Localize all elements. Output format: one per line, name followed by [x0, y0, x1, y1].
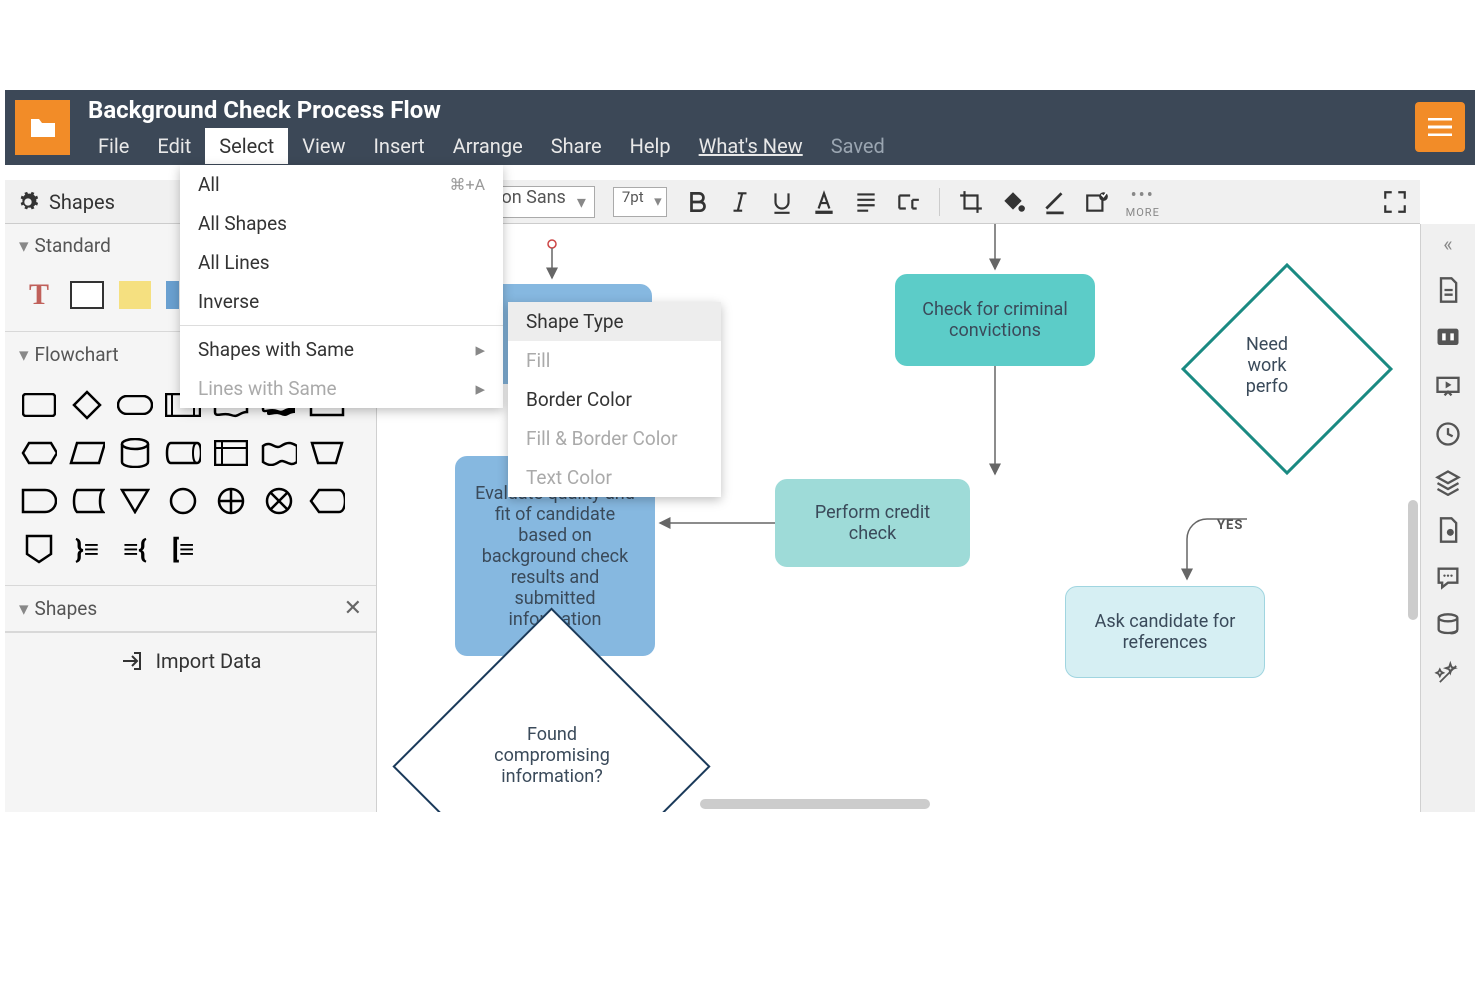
menu-view[interactable]: View [288, 128, 359, 164]
feedback-icon[interactable] [1434, 564, 1462, 592]
fc-database[interactable] [117, 435, 153, 471]
app-logo[interactable] [15, 100, 70, 155]
menu-select-all[interactable]: All⌘+A [180, 165, 503, 204]
fc-note-bracket[interactable]: [≡ [165, 531, 201, 567]
document-icon[interactable] [1434, 276, 1462, 304]
node-need-work-label: Need work perfo [1227, 334, 1307, 397]
underline-icon[interactable] [769, 189, 795, 215]
hamburger-button[interactable] [1415, 102, 1465, 152]
fc-internal-storage[interactable] [213, 435, 249, 471]
fc-connector[interactable] [165, 483, 201, 519]
menu-insert[interactable]: Insert [359, 128, 438, 164]
menu-shapes-with-same[interactable]: Shapes with Same▸ [180, 330, 503, 369]
section-shapes[interactable]: ▾Shapes ✕ [5, 586, 376, 631]
fill-icon[interactable] [1000, 189, 1026, 215]
menu-whats-new[interactable]: What's New [685, 128, 817, 164]
magic-icon[interactable] [1434, 660, 1462, 688]
bold-icon[interactable] [685, 189, 711, 215]
fc-summing[interactable] [261, 483, 297, 519]
menu-select[interactable]: Select [205, 128, 288, 164]
close-section-icon[interactable]: ✕ [344, 596, 362, 621]
menu-select-all-lines[interactable]: All Lines [180, 243, 503, 282]
fc-decision[interactable] [69, 387, 105, 423]
data-icon[interactable] [1434, 612, 1462, 640]
present-icon[interactable] [1434, 372, 1462, 400]
hamburger-icon [1428, 118, 1452, 136]
node-references[interactable]: Ask candidate for references [1065, 586, 1265, 678]
align-icon[interactable] [853, 189, 879, 215]
collapse-rail-icon[interactable]: « [1443, 232, 1452, 256]
flowchart-shapes-grid: }≡ ≡{ [≡ [5, 377, 376, 585]
menu-lines-with-same: Lines with Same▸ [180, 369, 503, 408]
fc-or[interactable] [213, 483, 249, 519]
fc-data[interactable] [69, 435, 105, 471]
menu-bar: File Edit Select View Insert Arrange Sha… [80, 128, 1475, 164]
shapes-label: Shapes [49, 190, 115, 214]
save-status: Saved [817, 128, 899, 164]
page-icon[interactable] [1434, 516, 1462, 544]
menu-share[interactable]: Share [537, 128, 616, 164]
vertical-scrollbar[interactable] [1408, 500, 1418, 620]
horizontal-scrollbar[interactable] [700, 799, 930, 809]
fc-terminator[interactable] [117, 387, 153, 423]
fc-manual-op[interactable] [309, 435, 345, 471]
fc-preparation[interactable] [21, 435, 57, 471]
menu-file[interactable]: File [84, 128, 143, 164]
select-menu-dropdown: All⌘+A All Shapes All Lines Inverse Shap… [180, 165, 503, 408]
submenu-border-color[interactable]: Border Color [508, 380, 721, 419]
node-criminal[interactable]: Check for criminal convictions [895, 274, 1095, 366]
fullscreen-icon[interactable] [1382, 189, 1408, 215]
folder-icon [29, 117, 57, 139]
menu-help[interactable]: Help [616, 128, 685, 164]
history-icon[interactable] [1434, 420, 1462, 448]
text-style-icon[interactable] [895, 189, 921, 215]
menu-select-all-shapes[interactable]: All Shapes [180, 204, 503, 243]
submenu-fill: Fill [508, 341, 721, 380]
block-shape[interactable] [165, 277, 179, 313]
fc-merge[interactable] [117, 483, 153, 519]
font-size-select[interactable]: 7pt [613, 187, 667, 217]
italic-icon[interactable] [727, 189, 753, 215]
import-icon [120, 649, 144, 673]
node-credit[interactable]: Perform credit check [775, 479, 970, 567]
fc-note-left[interactable]: ≡{ [117, 531, 153, 567]
text-color-icon[interactable] [811, 189, 837, 215]
gear-icon [17, 191, 39, 213]
fc-direct-data[interactable] [165, 435, 201, 471]
fc-process[interactable] [21, 387, 57, 423]
fc-brace-right[interactable]: }≡ [69, 531, 105, 567]
submenu-text-color: Text Color [508, 458, 721, 497]
rect-shape[interactable] [69, 277, 105, 313]
shapes-panel-toggle[interactable]: Shapes [17, 190, 115, 214]
submenu-fill-border-color: Fill & Border Color [508, 419, 721, 458]
menu-edit[interactable]: Edit [143, 128, 205, 164]
menu-arrange[interactable]: Arrange [439, 128, 537, 164]
more-button[interactable]: ••• MORE [1126, 185, 1160, 219]
app-header: Background Check Process Flow File Edit … [5, 90, 1475, 165]
fc-off-page[interactable] [21, 531, 57, 567]
fc-stored-data[interactable] [69, 483, 105, 519]
fc-display[interactable] [309, 483, 345, 519]
edge-label-yes: YES [1217, 518, 1243, 533]
document-title[interactable]: Background Check Process Flow [80, 96, 1475, 124]
right-dock: « [1420, 224, 1475, 812]
shape-options-icon[interactable] [1084, 189, 1110, 215]
layers-icon[interactable] [1434, 468, 1462, 496]
shapes-with-same-submenu: Shape Type Fill Border Color Fill & Bord… [508, 302, 721, 497]
fc-delay[interactable] [21, 483, 57, 519]
comment-icon[interactable] [1434, 324, 1462, 352]
node-found-compromising-label: Found compromising information? [472, 724, 632, 787]
submenu-shape-type[interactable]: Shape Type [508, 302, 721, 341]
line-style-icon[interactable] [1042, 189, 1068, 215]
menu-select-inverse[interactable]: Inverse [180, 282, 503, 321]
text-shape[interactable]: T [21, 277, 57, 313]
crop-icon[interactable] [958, 189, 984, 215]
fc-paper-tape[interactable] [261, 435, 297, 471]
import-data-button[interactable]: Import Data [5, 632, 376, 689]
note-shape[interactable] [117, 277, 153, 313]
